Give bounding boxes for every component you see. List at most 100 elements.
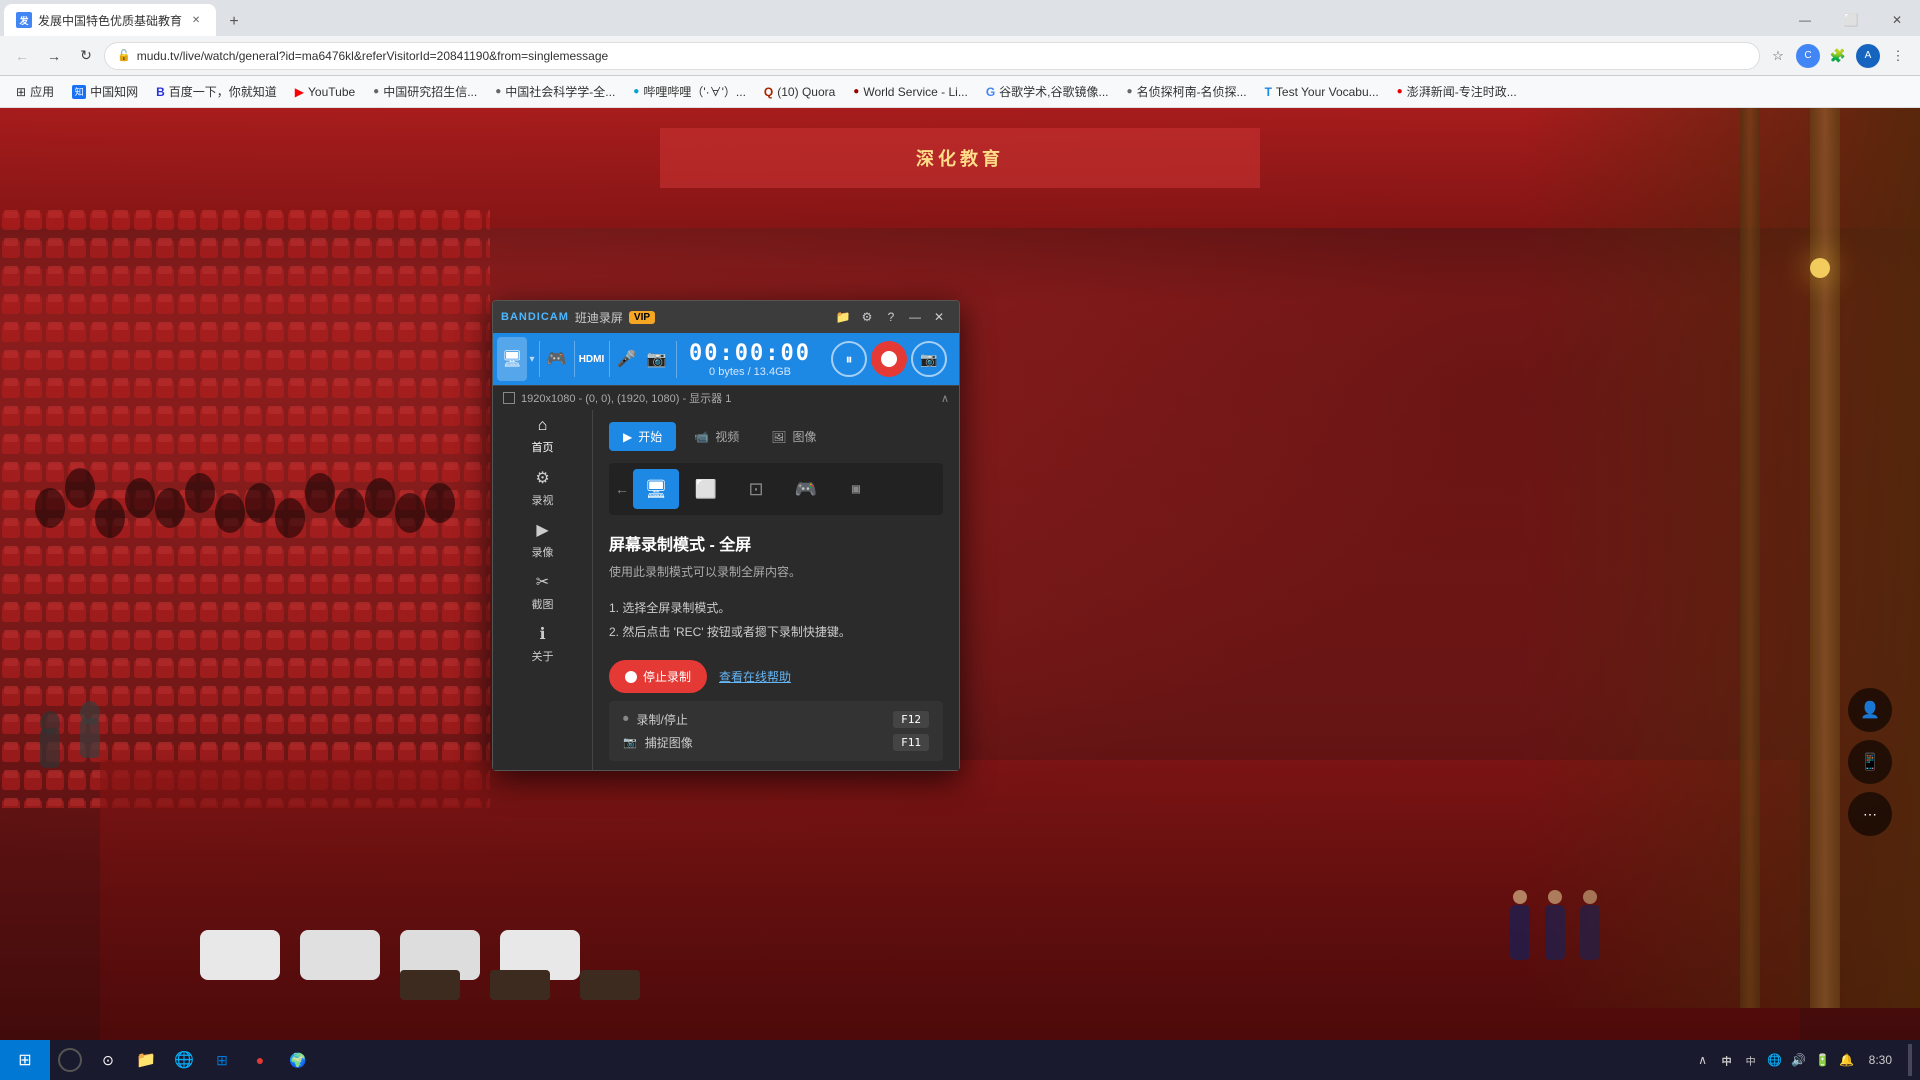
record-shortcut-icon: ⏺	[623, 713, 629, 726]
bookmark-youtube[interactable]: ▶ YouTube	[287, 81, 363, 103]
profile-button[interactable]: A	[1856, 44, 1880, 68]
tab-title: 发展中国特色优质基础教育	[38, 12, 182, 29]
taskbar-search[interactable]	[58, 1048, 82, 1072]
user-float-button[interactable]: 👤	[1848, 688, 1892, 732]
vocab-icon: T	[1265, 85, 1272, 99]
bookmark-research[interactable]: ● 中国研究招生信...	[365, 79, 485, 104]
full-screen-icon: 🖥	[645, 479, 668, 500]
bookmark-bilibili[interactable]: ● 哔哩哔哩（'·∀'）...	[625, 79, 754, 104]
stop-icon	[625, 671, 637, 683]
screen-checkbox[interactable]	[503, 392, 515, 404]
mode-back-button[interactable]: ←	[615, 469, 629, 509]
forward-button[interactable]: →	[40, 42, 68, 70]
tray-ime-mode[interactable]: 中	[1741, 1050, 1761, 1070]
tray-notification[interactable]: 🔔	[1837, 1050, 1857, 1070]
mobile-float-button[interactable]: 📱	[1848, 740, 1892, 784]
bookmark-detective[interactable]: ● 名侦探柯南-名侦探...	[1119, 79, 1255, 104]
collapse-button[interactable]: ∧	[941, 392, 949, 405]
tray-network[interactable]: 🌐	[1765, 1050, 1785, 1070]
bookmark-vocab[interactable]: T Test Your Vocabu...	[1257, 81, 1387, 103]
mobile-icon: 📱	[1860, 752, 1880, 772]
mode-window-button[interactable]: ⬜	[683, 469, 729, 509]
settings-icon: ⚙	[535, 468, 549, 488]
record-shortcut-label: 录制/停止	[637, 711, 890, 728]
tray-show-hidden[interactable]: ∧	[1693, 1050, 1713, 1070]
bookmark-star-button[interactable]: ☆	[1764, 42, 1792, 70]
screen-mode-dropdown[interactable]: ▾	[527, 337, 536, 381]
back-button[interactable]: ←	[8, 42, 36, 70]
screen-mode-button[interactable]: 🖥	[497, 337, 527, 381]
mode-full-button[interactable]: 🖥	[633, 469, 679, 509]
tab-close-button[interactable]: ✕	[188, 12, 204, 28]
timer-display: 00:00:00	[689, 341, 811, 366]
vip-badge: VIP	[629, 311, 655, 324]
game-mode-button[interactable]: 🎮	[541, 337, 571, 381]
extension-button[interactable]: 🧩	[1824, 42, 1852, 70]
game-icon: 🎮	[795, 479, 817, 500]
window-close-btn[interactable]: ✕	[927, 305, 951, 329]
start-tab-icon: ▶	[623, 430, 632, 444]
taskbar: ⊞ ⊙ 📁 🌐 ⊞ ● 🌍 ∧ 中 中 🌐 🔊 🔋 🔔 8:30	[0, 1040, 1920, 1080]
timer-size: 0 bytes / 13.4GB	[709, 366, 791, 378]
webcam-button[interactable]: 📷	[642, 337, 672, 381]
minimize-button[interactable]: —	[903, 305, 927, 329]
hdmi-mode-button[interactable]: HDMI	[576, 337, 606, 381]
window-close-button[interactable]: ✕	[1874, 4, 1920, 36]
screenshot-button[interactable]: 📷	[911, 341, 947, 377]
bookmark-baidu[interactable]: B 百度一下，你就知道	[148, 79, 285, 104]
sidebar-item-home[interactable]: ⌂ 首页	[493, 410, 592, 462]
bookmark-social[interactable]: ● 中国社会科学学-全...	[487, 79, 623, 104]
taskbar-store[interactable]: ⊞	[204, 1042, 240, 1078]
detective-icon: ●	[1127, 86, 1133, 97]
tab-image[interactable]: 🖼 图像	[757, 422, 830, 451]
bookmark-quora[interactable]: Q (10) Quora	[756, 81, 843, 103]
tray-volume[interactable]: 🔊	[1789, 1050, 1809, 1070]
bookmark-google-scholar[interactable]: G 谷歌学术,谷歌镜像...	[978, 79, 1117, 104]
active-tab[interactable]: 发 发展中国特色优质基础教育 ✕	[4, 4, 216, 36]
taskbar-files[interactable]: 📁	[128, 1042, 164, 1078]
tray-battery[interactable]: 🔋	[1813, 1050, 1833, 1070]
screen-info-text: 1920x1080 - (0, 0), (1920, 1080) - 显示器 1	[521, 390, 731, 406]
share-float-button[interactable]: ⋯	[1848, 792, 1892, 836]
bookmark-apps[interactable]: ⊞ 应用	[8, 79, 62, 104]
url-bar[interactable]: 🔓 mudu.tv/live/watch/general?id=ma6476kl…	[104, 42, 1760, 70]
mic-button[interactable]: 🎤	[611, 337, 641, 381]
tab-video[interactable]: 📹 视频	[680, 422, 753, 451]
bookmark-worldservice[interactable]: ● World Service - Li...	[845, 81, 976, 103]
pause-button[interactable]: ⏸	[831, 341, 867, 377]
taskbar-chrome[interactable]: 🌍	[280, 1042, 316, 1078]
step-2: 2. 然后点击 'REC' 按钮或者摁下录制快捷键。	[609, 620, 943, 644]
taskbar-browser[interactable]: 🌐	[166, 1042, 202, 1078]
toolbar-separator-2	[574, 341, 575, 377]
camera-icon: 📷	[647, 349, 667, 369]
stop-recording-button[interactable]: 停止录制	[609, 660, 707, 693]
reload-button[interactable]: ↻	[72, 42, 100, 70]
start-button[interactable]: ⊞	[0, 1040, 50, 1080]
window-minimize-button[interactable]: —	[1782, 4, 1828, 36]
record-button[interactable]	[871, 341, 907, 377]
bookmark-news[interactable]: ● 澎湃新闻-专注时政...	[1389, 79, 1525, 104]
mode-hdmi-button[interactable]: ▣	[833, 469, 879, 509]
settings-button[interactable]: ⚙	[855, 305, 879, 329]
show-desktop-button[interactable]	[1908, 1044, 1912, 1076]
help-link[interactable]: 查看在线帮助	[719, 668, 791, 685]
window-restore-button[interactable]: ⬜	[1828, 4, 1874, 36]
tray-ime[interactable]: 中	[1717, 1050, 1737, 1070]
new-tab-button[interactable]: +	[220, 8, 248, 36]
folder-button[interactable]: 📁	[831, 305, 855, 329]
help-button[interactable]: ?	[879, 305, 903, 329]
sidebar-item-clip[interactable]: ✂ 截图	[493, 566, 592, 618]
taskbar-bandicam[interactable]: ●	[242, 1042, 278, 1078]
tab-start[interactable]: ▶ 开始	[609, 422, 676, 451]
sidebar-item-record[interactable]: ▶ 录像	[493, 514, 592, 566]
quora-icon: Q	[764, 85, 773, 99]
sidebar-item-about[interactable]: ℹ 关于	[493, 618, 592, 670]
mode-game-button[interactable]: 🎮	[783, 469, 829, 509]
steps-text: 1. 选择全屏录制模式。 2. 然后点击 'REC' 按钮或者摁下录制快捷键。	[609, 596, 943, 644]
content-tabs: ▶ 开始 📹 视频 🖼 图像	[609, 422, 943, 451]
menu-button[interactable]: ⋮	[1884, 42, 1912, 70]
sidebar-item-view[interactable]: ⚙ 录视	[493, 462, 592, 514]
mode-custom-button[interactable]: ⊡	[733, 469, 779, 509]
bookmark-zhihu[interactable]: 知 中国知网	[64, 79, 146, 104]
taskbar-cortana[interactable]: ⊙	[90, 1042, 126, 1078]
